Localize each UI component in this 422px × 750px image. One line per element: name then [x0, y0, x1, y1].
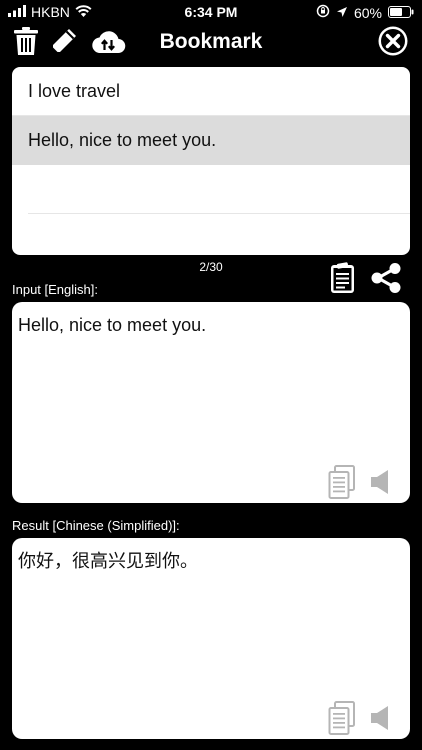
close-icon [377, 25, 409, 62]
location-icon [336, 5, 348, 21]
carrier-name: HKBN [31, 4, 70, 20]
orientation-lock-icon [316, 4, 330, 21]
share-button[interactable] [369, 262, 403, 294]
battery-icon [388, 5, 414, 21]
result-label: Result [Chinese (Simplified)]: [12, 518, 180, 533]
page-counter: 2/30 [199, 260, 223, 274]
copy-icon[interactable] [328, 701, 356, 740]
toolbar: Bookmark [0, 26, 422, 62]
status-right: 60% [316, 4, 414, 21]
list-item-selected[interactable]: Hello, nice to meet you. [12, 116, 410, 165]
speaker-icon[interactable] [370, 468, 390, 501]
input-text: Hello, nice to meet you. [18, 315, 207, 335]
speaker-icon[interactable] [370, 704, 390, 737]
input-label: Input [English]: [12, 282, 98, 297]
list-item[interactable]: I love travel [12, 67, 410, 116]
trash-icon [13, 26, 39, 61]
bookmark-list: I love travel Hello, nice to meet you. [12, 67, 410, 255]
notes-button[interactable] [329, 262, 357, 294]
result-text-area[interactable]: 你好，很高兴见到你。 [12, 538, 410, 739]
copy-icon[interactable] [328, 465, 356, 504]
result-text: 你好，很高兴见到你。 [18, 551, 198, 571]
wifi-icon [75, 4, 92, 20]
signal-icon [8, 4, 26, 20]
clipboard-icon [329, 262, 357, 298]
status-bar: 6:34 PM HKBN 60% [0, 0, 422, 24]
cloud-sync-button[interactable] [89, 26, 127, 60]
close-button[interactable] [376, 26, 410, 60]
battery-percent: 60% [353, 4, 382, 21]
status-left: HKBN [8, 4, 92, 20]
edit-button[interactable] [49, 26, 79, 60]
pencil-icon [50, 27, 78, 60]
list-item-empty [28, 165, 410, 214]
input-text-area[interactable]: Hello, nice to meet you. [12, 302, 410, 503]
cloud-sync-icon [90, 28, 126, 59]
delete-button[interactable] [12, 26, 40, 60]
share-icon [369, 263, 403, 298]
